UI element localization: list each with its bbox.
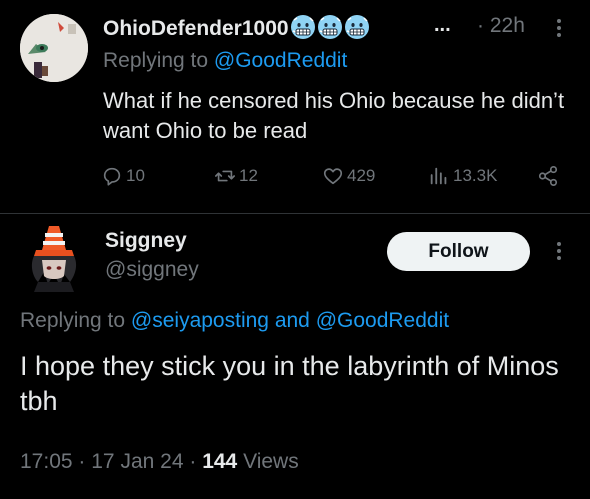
reply-count: 10 xyxy=(126,166,145,185)
retweet-button[interactable]: 12 xyxy=(214,164,258,188)
replying-to-prefix: Replying to xyxy=(103,49,209,72)
replying-to-prefix: Replying to xyxy=(20,309,126,332)
reply-icon xyxy=(103,167,121,186)
cold-face-emoji-icon xyxy=(344,14,370,40)
cold-face-emoji-icon xyxy=(317,14,343,40)
reply-timestamp[interactable]: · 22h xyxy=(477,14,525,38)
replying-to-line: Replying to @GoodReddit xyxy=(103,49,347,73)
author-name-text: OhioDefender1000 xyxy=(103,17,289,40)
time-ago: 22h xyxy=(489,14,525,37)
views-count: 144 xyxy=(202,450,238,473)
author-name[interactable]: Siggney xyxy=(105,229,187,253)
tweet-meta: 17:05 · 17 Jan 24 · 144 Views xyxy=(20,450,299,474)
tweet-time[interactable]: 17:05 xyxy=(20,450,73,473)
replying-to-handle-link[interactable]: @GoodReddit xyxy=(214,49,347,72)
avatar-image xyxy=(22,224,88,292)
more-icon[interactable] xyxy=(553,239,565,263)
reply-author-name[interactable]: OhioDefender1000 xyxy=(103,14,370,41)
name-truncation: ... xyxy=(434,14,451,36)
views-label: Views xyxy=(243,450,299,473)
reply-tweet-text: What if he censored his Ohio because he … xyxy=(103,88,565,143)
author-handle[interactable]: @siggney xyxy=(105,258,199,282)
views-icon xyxy=(430,167,447,185)
like-icon xyxy=(323,168,343,185)
like-count: 429 xyxy=(347,166,376,185)
follow-button[interactable]: Follow xyxy=(387,232,530,271)
tweet-date[interactable]: 17 Jan 24 xyxy=(91,450,183,473)
replying-to-line: Replying to @seiyaposting and @GoodReddi… xyxy=(20,309,449,333)
avatar-image xyxy=(20,14,88,82)
replying-to-and: and xyxy=(274,309,310,332)
views-button[interactable]: 13.3K xyxy=(428,164,497,188)
retweet-icon xyxy=(215,170,235,182)
more-icon[interactable] xyxy=(553,16,565,40)
replying-to-handle-link[interactable]: @seiyaposting xyxy=(131,309,269,332)
views-count: 13.3K xyxy=(453,166,498,185)
cold-face-emoji-icon xyxy=(290,14,316,40)
tweet-divider xyxy=(0,213,590,214)
share-icon xyxy=(538,166,558,186)
meta-separator: · xyxy=(189,450,197,473)
share-button[interactable] xyxy=(537,164,562,188)
reply-button[interactable]: 10 xyxy=(101,164,145,188)
avatar-ohiodefender[interactable] xyxy=(20,14,88,82)
like-button[interactable]: 429 xyxy=(322,164,375,188)
avatar-siggney[interactable] xyxy=(22,224,88,292)
retweet-count: 12 xyxy=(239,166,258,185)
tweet-text: I hope they stick you in the labyrinth o… xyxy=(20,351,559,416)
meta-separator: · xyxy=(78,450,86,473)
replying-to-handle-link[interactable]: @GoodReddit xyxy=(316,309,449,332)
time-separator: · xyxy=(477,14,484,37)
